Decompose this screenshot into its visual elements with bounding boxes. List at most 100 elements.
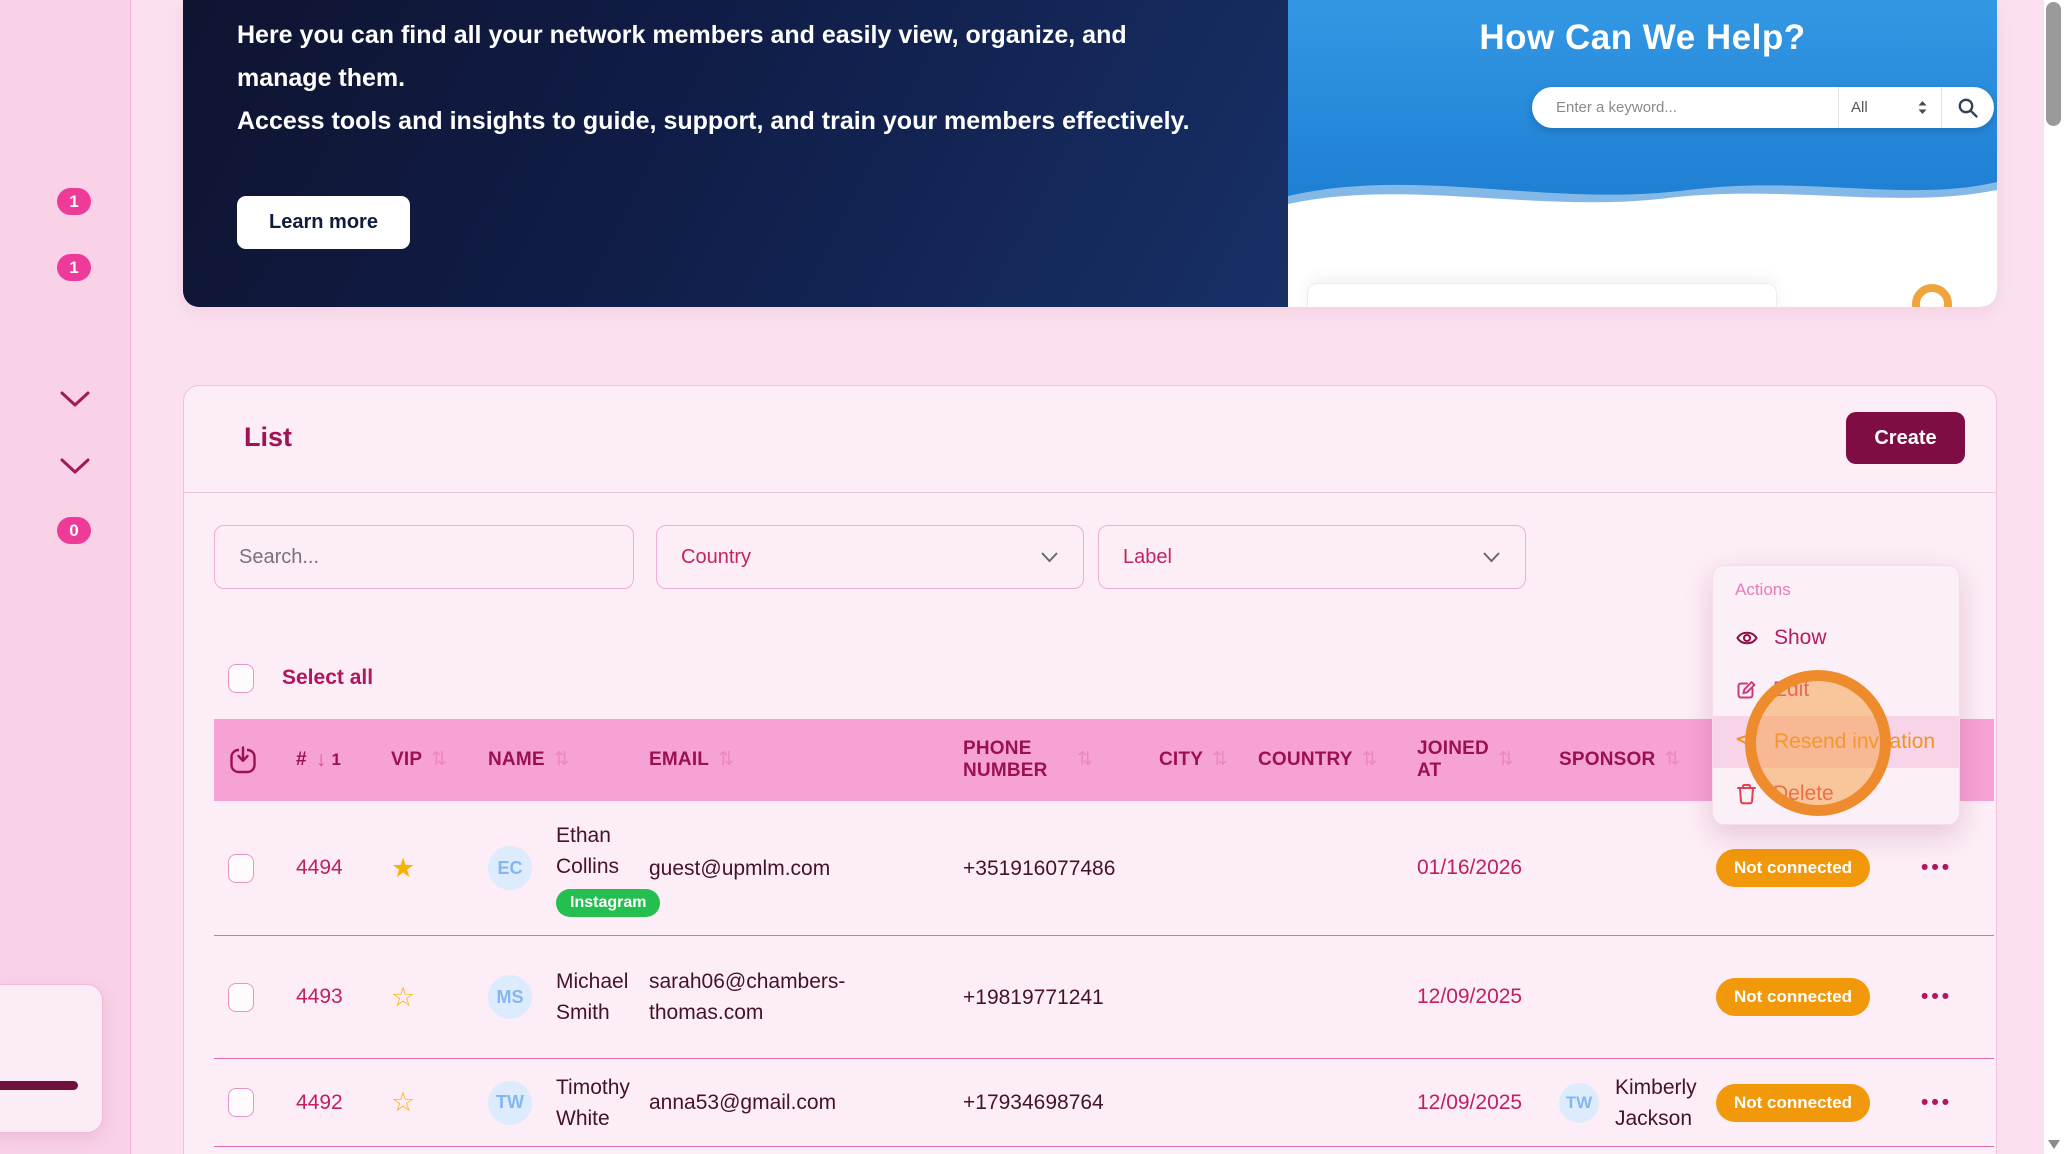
help-category-value: All [1851, 99, 1868, 116]
member-id[interactable]: 4492 [296, 1091, 343, 1114]
country-select[interactable]: Country [656, 525, 1084, 589]
member-id[interactable]: 4493 [296, 985, 343, 1008]
banner-paragraph-1: Here you can find all your network membe… [237, 14, 1227, 100]
member-name: Timothy White [556, 1072, 630, 1134]
help-search-button[interactable] [1942, 87, 1994, 128]
wave-decoration [1288, 158, 1997, 220]
platform-badge: Instagram [556, 889, 660, 917]
country-select-value: Country [681, 546, 751, 569]
column-header-sponsor[interactable]: SPONSOR ⇅ [1546, 749, 1701, 771]
row-checkbox[interactable] [228, 1088, 254, 1117]
page-scrollbar[interactable] [2044, 0, 2064, 1154]
help-content-card [1307, 283, 1777, 307]
export-icon[interactable] [228, 744, 258, 776]
sidebar: 1 1 0 [0, 0, 131, 1154]
label-select[interactable]: Label [1098, 525, 1526, 589]
status-badge: Not connected [1716, 849, 1870, 887]
scrollbar-thumb[interactable] [2046, 2, 2061, 126]
popover-progress-bar [0, 1081, 78, 1090]
member-phone: +17934698764 [963, 1091, 1104, 1114]
row-checkbox[interactable] [228, 854, 254, 883]
menu-item-show[interactable]: Show [1713, 612, 1959, 664]
cut-off-popover-card [0, 984, 103, 1133]
sort-icon: ⇅ [554, 749, 570, 771]
member-name: Michael Smith [556, 966, 628, 1028]
column-header-joined[interactable]: JOINED AT ⇅ [1401, 738, 1546, 782]
list-card-header: List Create [184, 386, 1996, 493]
row-checkbox[interactable] [228, 983, 254, 1012]
scrollbar-down-arrow[interactable] [2048, 1140, 2060, 1149]
sort-icon: ⇅ [1212, 749, 1228, 771]
sort-icon: ⇅ [1362, 749, 1378, 771]
search-icon [1957, 97, 1979, 119]
eye-icon [1735, 627, 1759, 649]
sponsor-name: Kimberly Jackson [1615, 1072, 1697, 1134]
table-row: 4492 ☆ TW Timothy White anna53@gmail.com… [214, 1059, 1994, 1147]
column-header-email[interactable]: EMAIL ⇅ [636, 749, 951, 771]
member-email: guest@upmlm.com [649, 857, 830, 880]
chevron-down-icon[interactable] [60, 391, 90, 408]
banner-text-panel: Here you can find all your network membe… [183, 0, 1288, 307]
vip-star-outline-icon[interactable]: ☆ [391, 1087, 415, 1117]
edit-pencil-icon [1735, 679, 1758, 702]
column-header-country[interactable]: COUNTRY ⇅ [1246, 749, 1401, 771]
column-header-city[interactable]: CITY ⇅ [1146, 749, 1246, 771]
click-indicator-circle [1745, 670, 1891, 816]
intro-banner: Here you can find all your network membe… [183, 0, 1997, 307]
column-header-name[interactable]: NAME ⇅ [461, 749, 636, 771]
member-phone: +19819771241 [963, 986, 1104, 1009]
member-email: sarah06@chambers- thomas.com [649, 970, 845, 1024]
badge-count: 1 [69, 192, 78, 212]
sponsor-avatar: TW [1559, 1083, 1599, 1123]
search-input[interactable] [214, 525, 634, 589]
members-page: 1 1 0 Here you can find all your network… [0, 0, 2064, 1154]
help-search-input[interactable] [1532, 99, 1838, 116]
select-all-checkbox[interactable] [228, 664, 254, 693]
help-category-select[interactable]: All [1839, 87, 1941, 128]
badge-count: 0 [69, 521, 78, 541]
sort-icon: ⇅ [1077, 749, 1093, 771]
row-actions-menu-button[interactable]: ••• [1921, 856, 1952, 879]
sidebar-badge-1[interactable]: 1 [57, 188, 91, 215]
row-actions-menu-button[interactable]: ••• [1921, 1091, 1952, 1114]
joined-date: 01/16/2026 [1417, 856, 1522, 879]
create-button[interactable]: Create [1846, 412, 1965, 464]
sort-icon: ⇅ [1664, 749, 1680, 771]
member-phone: +351916077486 [963, 857, 1115, 880]
banner-paragraph-2: Access tools and insights to guide, supp… [237, 100, 1227, 143]
column-header-phone[interactable]: PHONE NUMBER ⇅ [951, 738, 1146, 782]
learn-more-button[interactable]: Learn more [237, 196, 410, 249]
column-header-id[interactable]: # ↓ 1 [284, 748, 371, 772]
vip-star-filled-icon[interactable]: ★ [391, 853, 415, 883]
help-title: How Can We Help? [1288, 18, 1997, 58]
sidebar-badge-2[interactable]: 1 [57, 254, 91, 281]
sort-icon: ⇅ [718, 749, 734, 771]
chevron-down-icon [1040, 550, 1059, 564]
chevron-down-icon [1482, 550, 1501, 564]
avatar: MS [488, 975, 532, 1019]
row-actions-menu-button[interactable]: ••• [1921, 985, 1952, 1008]
avatar: TW [488, 1081, 532, 1125]
status-badge: Not connected [1716, 1084, 1870, 1122]
select-all-label: Select all [282, 666, 373, 690]
sort-icon: ⇅ [431, 749, 447, 771]
sort-icon: ⇅ [1498, 749, 1514, 771]
sidebar-badge-3[interactable]: 0 [57, 517, 91, 544]
help-widget: How Can We Help? All [1288, 0, 1997, 307]
avatar: EC [488, 846, 532, 890]
vip-star-outline-icon[interactable]: ☆ [391, 982, 415, 1012]
filters-row: Country Label [214, 525, 1526, 589]
column-header-vip[interactable]: VIP ⇅ [371, 749, 461, 771]
label-select-value: Label [1123, 546, 1172, 569]
table-row: 4493 ☆ MS Michael Smith sarah06@chambers… [214, 936, 1994, 1059]
sort-desc-icon: ↓ [316, 748, 327, 772]
up-down-spinner-icon [1916, 99, 1929, 116]
chevron-down-icon[interactable] [60, 458, 90, 475]
badge-count: 1 [69, 258, 78, 278]
help-search-bar: All [1532, 87, 1994, 128]
member-id[interactable]: 4494 [296, 856, 343, 879]
joined-date: 12/09/2025 [1417, 985, 1522, 1008]
actions-menu-title: Actions [1713, 576, 1959, 612]
page-title: List [244, 422, 292, 453]
trash-icon [1735, 782, 1758, 806]
